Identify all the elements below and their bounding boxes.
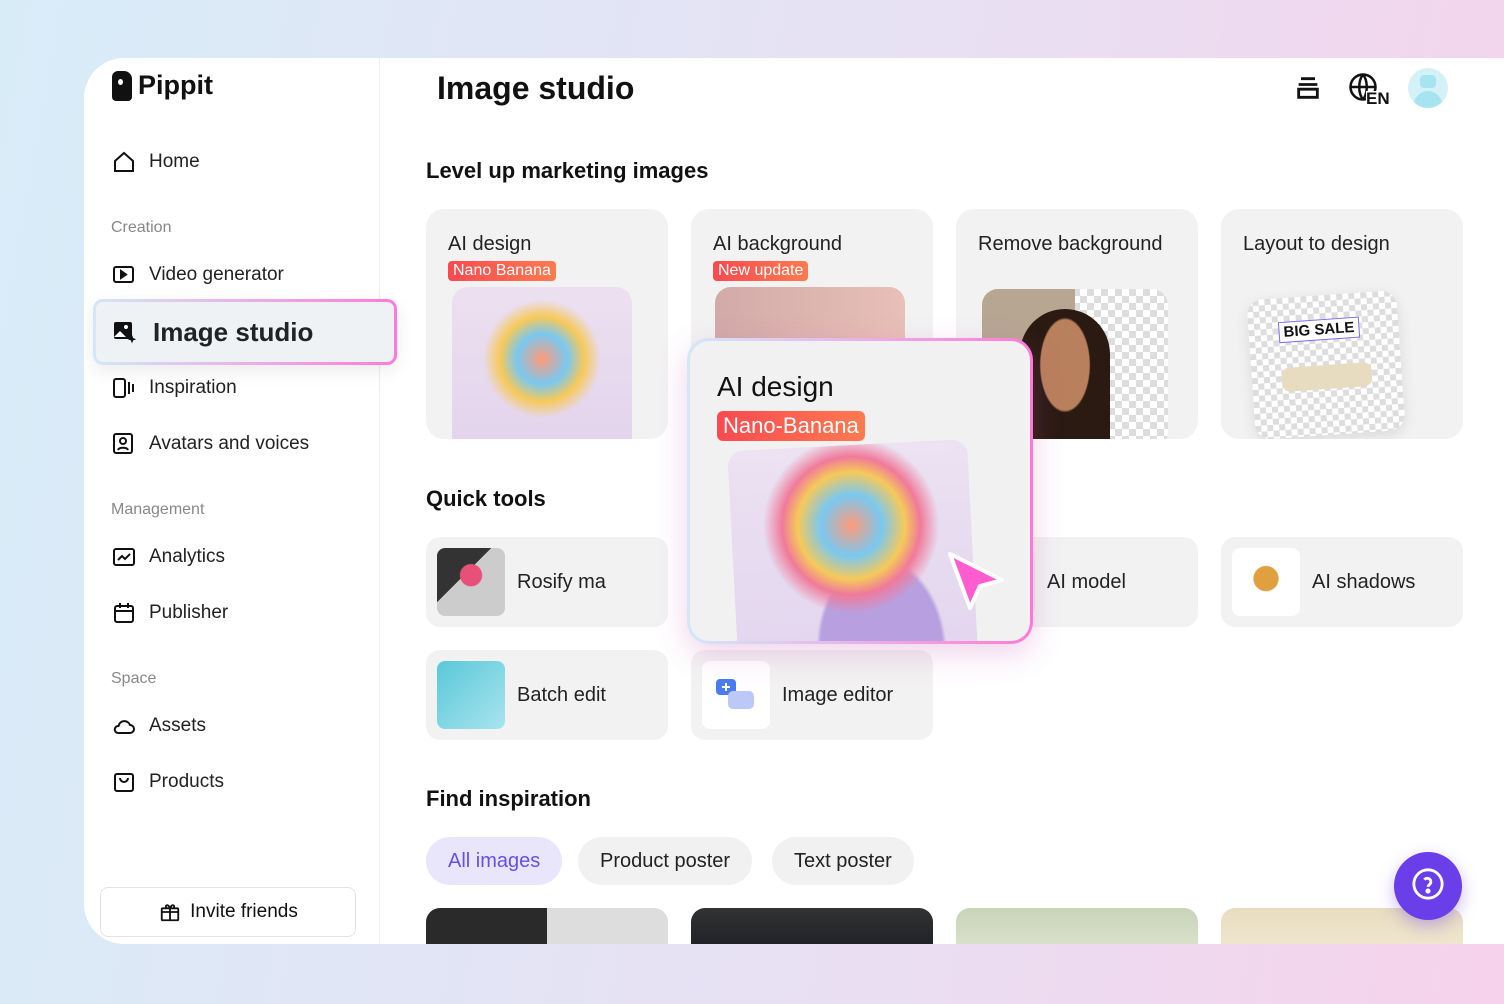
balloon-car-image bbox=[452, 287, 632, 439]
pippit-logo-icon bbox=[112, 70, 132, 101]
rosify-thumbnail bbox=[437, 548, 505, 616]
tool-image-editor[interactable]: Image editor bbox=[691, 650, 933, 740]
popup-title: AI design bbox=[717, 371, 834, 402]
sidebar-item-label: Home bbox=[149, 151, 200, 172]
inspiration-icon bbox=[112, 376, 136, 400]
app-window: Pippit Home Creation Video generator Ima… bbox=[84, 58, 1504, 944]
batch-edit-thumbnail bbox=[437, 661, 505, 729]
sidebar-item-inspiration[interactable]: Inspiration bbox=[112, 376, 237, 400]
big-sale-sticker: BIG SALE bbox=[1277, 316, 1361, 344]
sidebar-item-assets[interactable]: Assets bbox=[112, 714, 206, 738]
card-title: Remove background bbox=[978, 233, 1163, 255]
sidebar: Pippit Home Creation Video generator Ima… bbox=[84, 58, 394, 944]
calendar-icon bbox=[112, 601, 136, 625]
inspiration-thumbnail[interactable] bbox=[691, 908, 933, 944]
image-studio-icon bbox=[113, 320, 137, 344]
page-title: Image studio bbox=[437, 70, 635, 106]
tool-ai-shadows[interactable]: AI shadows bbox=[1221, 537, 1463, 627]
sidebar-item-publisher[interactable]: Publisher bbox=[112, 601, 228, 625]
sidebar-item-video-generator[interactable]: Video generator bbox=[112, 263, 284, 287]
question-icon bbox=[1411, 867, 1445, 906]
home-icon bbox=[112, 150, 136, 174]
sidebar-item-products[interactable]: Products bbox=[112, 770, 224, 794]
tool-rosify[interactable]: Rosify ma bbox=[426, 537, 668, 627]
sidebar-item-home[interactable]: Home bbox=[112, 150, 200, 174]
language-label: EN bbox=[1366, 89, 1390, 108]
card-title: AI design bbox=[448, 233, 532, 255]
sidebar-item-label: Publisher bbox=[149, 602, 229, 623]
sidebar-item-label: Analytics bbox=[149, 546, 226, 567]
sidebar-item-label: Products bbox=[149, 771, 224, 792]
ai-design-highlight-card[interactable]: AI design Nano-Banana bbox=[687, 338, 1033, 644]
card-ai-design[interactable]: AI design Nano Banana bbox=[426, 209, 668, 439]
teddy-bear-thumbnail bbox=[1232, 548, 1300, 616]
help-button[interactable] bbox=[1394, 852, 1462, 920]
tool-label: AI model bbox=[1047, 570, 1126, 593]
card-layout-to-design[interactable]: Layout to design BIG SALE bbox=[1221, 209, 1463, 439]
tool-label: Batch edit bbox=[517, 683, 606, 706]
logo[interactable]: Pippit bbox=[112, 70, 213, 101]
card-title: AI background bbox=[713, 233, 842, 255]
layout-image: BIG SALE bbox=[1246, 289, 1406, 439]
card-badge: New update bbox=[713, 261, 809, 281]
sidebar-item-avatars[interactable]: Avatars and voices bbox=[112, 432, 309, 456]
gift-icon bbox=[158, 900, 182, 924]
tool-label: AI shadows bbox=[1312, 570, 1416, 593]
sidebar-item-label: Avatars and voices bbox=[149, 433, 310, 454]
cloud-icon bbox=[112, 714, 136, 738]
tool-batch-edit[interactable]: Batch edit bbox=[426, 650, 668, 740]
card-title: Layout to design bbox=[1243, 233, 1390, 255]
image-editor-thumbnail bbox=[702, 661, 770, 729]
language-button[interactable]: EN bbox=[1348, 72, 1390, 107]
invite-label: Invite friends bbox=[190, 901, 298, 922]
sidebar-item-image-studio[interactable]: Image studio bbox=[93, 299, 397, 365]
cursor-icon bbox=[940, 546, 1010, 621]
filter-product-poster[interactable]: Product poster bbox=[578, 837, 753, 885]
bag-icon bbox=[112, 770, 136, 794]
video-generator-icon bbox=[112, 263, 136, 287]
analytics-icon bbox=[112, 545, 136, 569]
sidebar-item-analytics[interactable]: Analytics bbox=[112, 545, 225, 569]
inspiration-thumbnail[interactable] bbox=[956, 908, 1198, 944]
filter-text-poster[interactable]: Text poster bbox=[772, 837, 914, 885]
tool-label: Rosify ma bbox=[517, 570, 606, 593]
sidebar-item-label: Video generator bbox=[149, 264, 284, 285]
filter-all-images[interactable]: All images bbox=[426, 837, 563, 885]
sidebar-item-label: Image studio bbox=[153, 316, 314, 347]
main-content: Image studio EN Level up marketing image… bbox=[380, 58, 1504, 944]
section-management: Management bbox=[111, 501, 205, 518]
popup-badge: Nano-Banana bbox=[717, 411, 865, 441]
section-space: Space bbox=[111, 670, 157, 687]
section-heading-marketing: Level up marketing images bbox=[426, 158, 709, 183]
user-avatar[interactable] bbox=[1408, 68, 1448, 108]
app-name: Pippit bbox=[138, 70, 213, 100]
stack-icon[interactable] bbox=[1294, 74, 1322, 107]
invite-friends-button[interactable]: Invite friends bbox=[100, 887, 356, 937]
card-badge: Nano Banana bbox=[448, 261, 556, 281]
sidebar-item-label: Inspiration bbox=[149, 377, 237, 398]
inspiration-thumbnail[interactable] bbox=[426, 908, 668, 944]
section-creation: Creation bbox=[111, 219, 172, 236]
avatar-icon bbox=[112, 432, 136, 456]
woman-face-image bbox=[1020, 309, 1110, 439]
tool-label: Image editor bbox=[782, 683, 894, 706]
section-heading-inspiration: Find inspiration bbox=[426, 786, 591, 811]
sidebar-item-label: Assets bbox=[149, 715, 207, 736]
section-heading-quick-tools: Quick tools bbox=[426, 486, 546, 511]
